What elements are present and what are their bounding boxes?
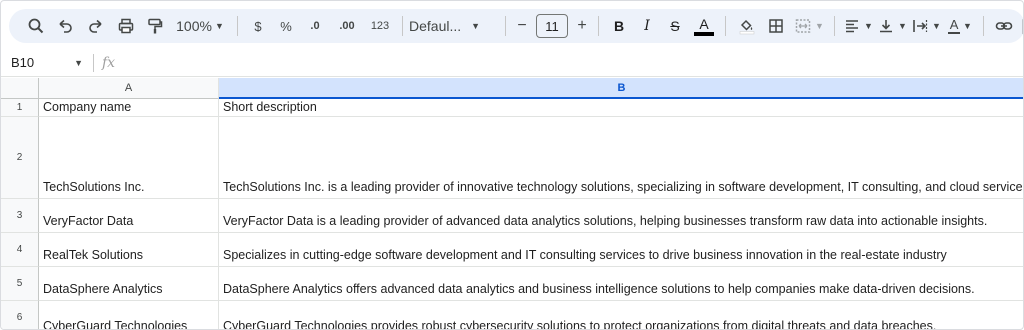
toolbar-divider (237, 16, 238, 36)
chevron-down-icon: ▼ (815, 21, 824, 31)
strikethrough-label: S (670, 18, 680, 34)
horizontal-align-icon[interactable]: ▼ (841, 12, 875, 40)
chevron-down-icon: ▼ (471, 21, 481, 31)
cell-a2[interactable]: TechSolutions Inc. (39, 117, 219, 199)
increase-decimal-label: .00 (339, 20, 355, 32)
cell-b3[interactable]: VeryFactor Data is a leading provider of… (219, 199, 1023, 233)
formula-divider (93, 53, 94, 72)
paint-format-icon[interactable] (141, 12, 169, 40)
cell-a4[interactable]: RealTek Solutions (39, 233, 219, 267)
chevron-down-icon: ▼ (932, 21, 941, 31)
text-color-label: A (699, 15, 709, 32)
text-color-swatch (694, 31, 714, 36)
cell-b6[interactable]: CyberGuard Technologies provides robust … (219, 301, 1023, 329)
decrease-decimal-button[interactable]: .0 (300, 12, 330, 40)
toolbar-divider (834, 16, 835, 36)
borders-icon[interactable] (762, 12, 790, 40)
row-header[interactable]: 4 (1, 233, 39, 267)
column-header-b[interactable]: B (219, 78, 1023, 99)
cell-b2[interactable]: TechSolutions Inc. is a leading provider… (219, 117, 1023, 199)
chevron-down-icon: ▼ (864, 21, 873, 31)
insert-link-icon[interactable] (990, 12, 1018, 40)
text-rotation-label: A (949, 17, 959, 33)
name-box[interactable]: B10 ▼ (1, 51, 89, 75)
zoom-select[interactable]: 100% ▼ (169, 12, 231, 40)
font-size-value: 11 (545, 18, 559, 34)
zoom-value: 100% (176, 18, 212, 34)
toolbar: 100% ▼ $ % .0 .00 123 Defaul... ▼ − 11 + B… (9, 9, 1023, 43)
chevron-down-icon: ▼ (74, 57, 83, 68)
text-wrapping-icon[interactable]: ▼ (909, 12, 943, 40)
formula-bar: B10 ▼ fx (1, 49, 1023, 77)
cell-a3[interactable]: VeryFactor Data (39, 199, 219, 233)
percent-format-button[interactable]: % (272, 12, 300, 40)
italic-button[interactable]: I (633, 12, 661, 40)
text-rotation-button[interactable]: A ▼ (943, 12, 977, 40)
name-box-value: B10 (11, 55, 35, 70)
merge-cells-icon[interactable]: ▼ (790, 12, 828, 40)
row-header[interactable]: 5 (1, 267, 39, 301)
row-header[interactable]: 6 (1, 301, 39, 329)
print-icon[interactable] (111, 12, 141, 40)
cell-b5[interactable]: DataSphere Analytics offers advanced dat… (219, 267, 1023, 301)
plus-label: + (577, 17, 587, 34)
cell-a5[interactable]: DataSphere Analytics (39, 267, 219, 301)
more-formats-label: 123 (370, 20, 390, 32)
toolbar-divider (402, 16, 403, 36)
insert-comment-icon[interactable] (1018, 12, 1023, 40)
bold-button[interactable]: B (605, 12, 633, 40)
decrease-font-size-button[interactable]: − (512, 12, 532, 40)
search-menus-icon[interactable] (23, 12, 49, 40)
toolbar-divider (983, 16, 984, 36)
formula-input[interactable] (125, 52, 1023, 74)
toolbar-divider (725, 16, 726, 36)
row-header[interactable]: 2 (1, 117, 39, 199)
redo-icon[interactable] (81, 12, 111, 40)
currency-label: $ (254, 18, 262, 34)
increase-decimal-button[interactable]: .00 (330, 12, 364, 40)
increase-font-size-button[interactable]: + (572, 12, 592, 40)
toolbar-divider (598, 16, 599, 36)
italic-label: I (644, 18, 650, 34)
column-header-a[interactable]: A (39, 78, 219, 99)
bold-label: B (613, 18, 625, 34)
spreadsheet-window: 100% ▼ $ % .0 .00 123 Defaul... ▼ − 11 + B… (0, 0, 1024, 330)
cell-a1[interactable]: Company name (39, 99, 219, 117)
font-size-input[interactable]: 11 (536, 14, 568, 38)
font-name: Defaul... (409, 18, 462, 34)
strikethrough-button[interactable]: S (661, 12, 689, 40)
decrease-decimal-label: .0 (310, 20, 320, 32)
percent-label: % (280, 18, 292, 34)
fx-icon: fx (102, 54, 116, 71)
cell-a6[interactable]: CyberGuard Technologies (39, 301, 219, 329)
sheet-grid: A B 1 Company name Short description 2 T… (1, 78, 1023, 329)
minus-label: − (517, 17, 527, 34)
undo-icon[interactable] (49, 12, 81, 40)
more-formats-button[interactable]: 123 (364, 12, 396, 40)
chevron-down-icon: ▼ (963, 21, 972, 31)
select-all-corner[interactable] (1, 78, 39, 99)
row-header[interactable]: 3 (1, 199, 39, 233)
cell-b1[interactable]: Short description (219, 99, 1023, 117)
text-color-button[interactable]: A (689, 12, 719, 40)
font-family-select[interactable]: Defaul... ▼ (409, 12, 499, 40)
cell-b4[interactable]: Specializes in cutting-edge software dev… (219, 233, 1023, 267)
row-header[interactable]: 1 (1, 99, 39, 117)
vertical-align-icon[interactable]: ▼ (875, 12, 909, 40)
fill-color-icon[interactable] (732, 12, 762, 40)
text-rotation-icon: A (948, 17, 961, 34)
chevron-down-icon: ▼ (214, 21, 224, 31)
currency-format-button[interactable]: $ (244, 12, 272, 40)
toolbar-divider (505, 16, 506, 36)
chevron-down-icon: ▼ (898, 21, 907, 31)
